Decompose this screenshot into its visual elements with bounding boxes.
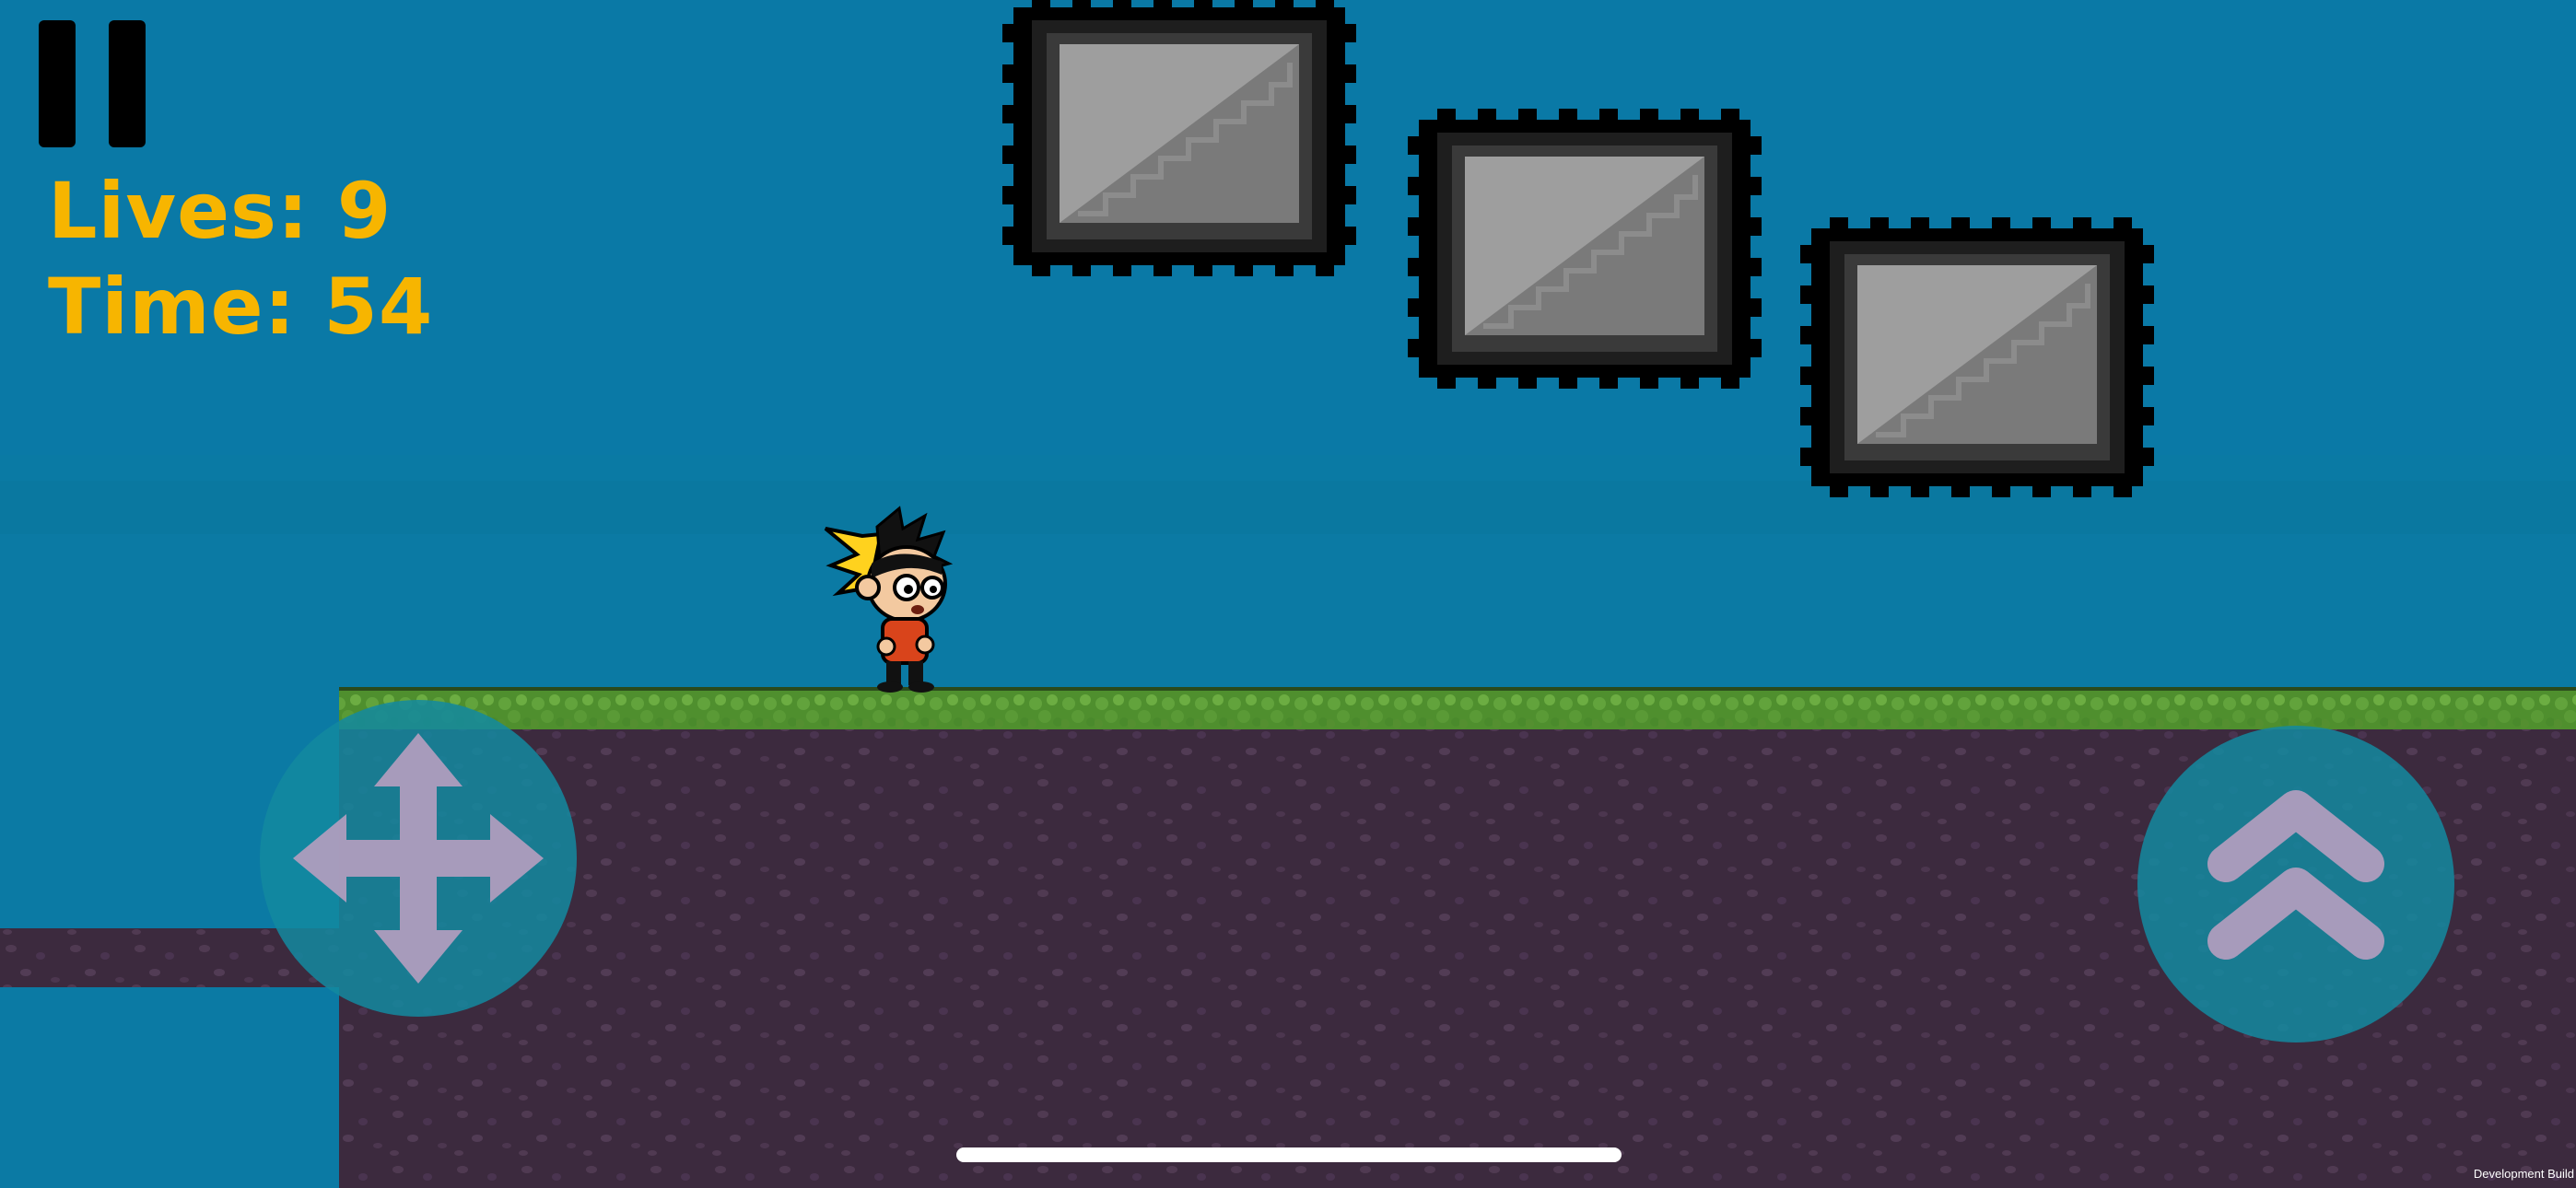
build-label: Development Build: [2473, 1167, 2574, 1181]
double-chevron-up-icon: [2207, 790, 2384, 960]
time-counter: Time: 54: [48, 262, 434, 352]
move-joystick[interactable]: [260, 700, 577, 1017]
pause-button[interactable]: [39, 20, 146, 147]
grass-strip: [339, 687, 2576, 729]
spike-block-hazard: [1408, 109, 1762, 389]
spike-block-hazard: [1800, 217, 2154, 497]
pause-icon: [39, 20, 146, 147]
jump-button[interactable]: [2137, 726, 2454, 1042]
home-indicator[interactable]: [956, 1147, 1622, 1162]
spike-block-hazard: [1002, 0, 1356, 276]
lives-counter: Lives: 9: [48, 166, 392, 256]
four-way-arrow-icon: [293, 733, 544, 984]
